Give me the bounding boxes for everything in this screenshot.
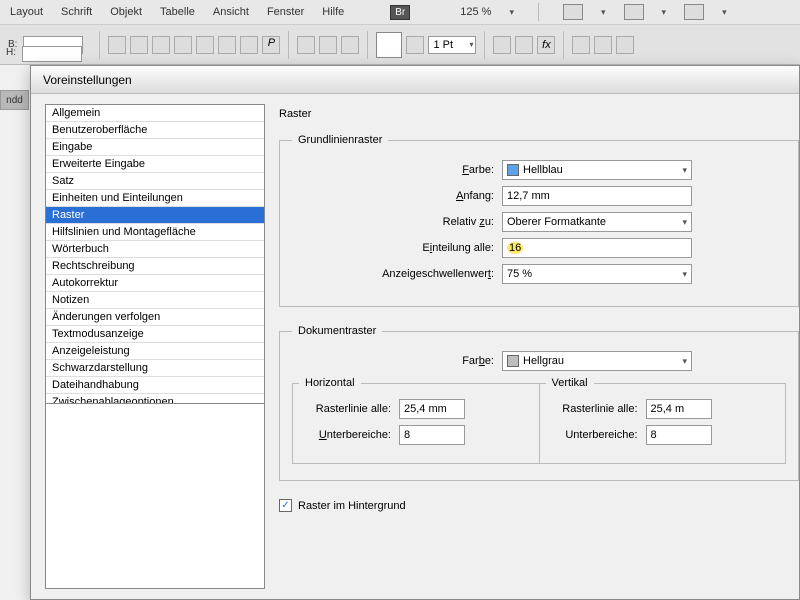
menu-ansicht[interactable]: Ansicht	[213, 6, 249, 18]
tool-icon[interactable]	[108, 36, 126, 54]
increment-label: Einteilung alle:	[292, 242, 502, 254]
baseline-start-field[interactable]: 12,7 mm	[502, 186, 692, 206]
doc-color-label: Farbe:	[292, 355, 502, 367]
tool-icon[interactable]	[515, 36, 533, 54]
tool-icon[interactable]	[341, 36, 359, 54]
height-field[interactable]	[22, 46, 82, 62]
baseline-color-dropdown[interactable]: Hellblau	[502, 160, 692, 180]
h-subdiv-label: Unterbereiche:	[299, 429, 399, 441]
category-item[interactable]: Allgemein	[46, 105, 264, 122]
menu-layout[interactable]: Layout	[10, 6, 43, 18]
threshold-label: Anzeigeschwellenwert:	[292, 268, 502, 280]
swatch-hellblau-icon	[507, 164, 519, 176]
baseline-relative-dropdown[interactable]: Oberer Formatkante	[502, 212, 692, 232]
settings-panel: Raster Grundlinienraster Farbe: Hellblau…	[271, 94, 799, 599]
v-gridline-label: Rasterlinie alle:	[546, 403, 646, 415]
category-item[interactable]: Rechtschreibung	[46, 258, 264, 275]
tool-icon[interactable]	[218, 36, 236, 54]
bridge-icon[interactable]: Br	[390, 5, 410, 20]
category-listbox[interactable]: AllgemeinBenutzeroberflächeEingabeErweit…	[45, 104, 265, 404]
baseline-threshold-dropdown[interactable]: 75 %	[502, 264, 692, 284]
v-gridline-field[interactable]: 25,4 m	[646, 399, 712, 419]
panel-heading: Raster	[279, 108, 799, 120]
tool-icon[interactable]	[572, 36, 590, 54]
tool-icon[interactable]	[616, 36, 634, 54]
preferences-dialog: Voreinstellungen AllgemeinBenutzeroberfl…	[30, 65, 800, 600]
app-menubar: Layout Schrift Objekt Tabelle Ansicht Fe…	[0, 0, 800, 25]
stroke-style-icon[interactable]	[406, 36, 424, 54]
h-gridline-label: Rasterlinie alle:	[299, 403, 399, 415]
category-item[interactable]: Autokorrektur	[46, 275, 264, 292]
category-item[interactable]: Zwischenablageoptionen	[46, 394, 264, 404]
category-item[interactable]: Satz	[46, 173, 264, 190]
vertical-fieldset: Vertikal Rasterlinie alle: 25,4 m Unterb…	[539, 377, 787, 464]
zoom-level[interactable]: 125 %	[460, 6, 491, 18]
tool-icon[interactable]	[240, 36, 258, 54]
menu-hilfe[interactable]: Hilfe	[322, 6, 344, 18]
category-item[interactable]: Textmodusanzeige	[46, 326, 264, 343]
screen-mode-icon[interactable]	[563, 4, 583, 20]
category-item[interactable]: Erweiterte Eingabe	[46, 156, 264, 173]
dialog-title: Voreinstellungen	[31, 66, 799, 94]
document-color-dropdown[interactable]: Hellgrau	[502, 351, 692, 371]
category-item[interactable]: Notizen	[46, 292, 264, 309]
tool-icon[interactable]	[174, 36, 192, 54]
tool-icon[interactable]	[196, 36, 214, 54]
category-sidebar: AllgemeinBenutzeroberflächeEingabeErweit…	[31, 94, 271, 599]
stroke-swatch[interactable]	[376, 32, 402, 58]
arrange-docs-icon[interactable]	[624, 4, 644, 20]
category-item[interactable]: Eingabe	[46, 139, 264, 156]
category-preview	[45, 404, 265, 589]
grid-back-row[interactable]: ✓ Raster im Hintergrund	[279, 499, 799, 512]
menu-fenster[interactable]: Fenster	[267, 6, 304, 18]
color-label: Farbe:	[292, 164, 502, 176]
tool-icon[interactable]	[594, 36, 612, 54]
tool-icon[interactable]	[319, 36, 337, 54]
menu-tabelle[interactable]: Tabelle	[160, 6, 195, 18]
document-tab[interactable]: ndd	[0, 90, 29, 110]
document-grid-fieldset: Dokumentraster Farbe: Hellgrau Horizonta…	[279, 325, 799, 481]
category-item[interactable]: Einheiten und Einteilungen	[46, 190, 264, 207]
start-label: Anfang:	[292, 190, 502, 202]
category-item[interactable]: Änderungen verfolgen	[46, 309, 264, 326]
tool-icon[interactable]	[297, 36, 315, 54]
tool-icon[interactable]	[152, 36, 170, 54]
category-item[interactable]: Dateihandhabung	[46, 377, 264, 394]
baseline-legend: Grundlinienraster	[292, 134, 388, 146]
menu-schrift[interactable]: Schrift	[61, 6, 92, 18]
category-item[interactable]: Benutzeroberfläche	[46, 122, 264, 139]
vertical-legend: Vertikal	[546, 377, 594, 389]
relative-label: Relativ zu:	[292, 216, 502, 228]
baseline-increment-field[interactable]: 16	[502, 238, 692, 258]
swatch-hellgrau-icon	[507, 355, 519, 367]
horizontal-legend: Horizontal	[299, 377, 361, 389]
height-label: H:	[6, 47, 16, 58]
grid-back-label: Raster im Hintergrund	[298, 500, 406, 512]
baseline-grid-fieldset: Grundlinienraster Farbe: Hellblau Anfang…	[279, 134, 799, 307]
tool-icon[interactable]	[493, 36, 511, 54]
category-item[interactable]: Wörterbuch	[46, 241, 264, 258]
tool-icon[interactable]	[130, 36, 148, 54]
category-item[interactable]: Raster	[46, 207, 264, 224]
stroke-weight-field[interactable]: 1 Pt	[428, 36, 476, 54]
document-legend: Dokumentraster	[292, 325, 382, 337]
v-subdiv-label: Unterbereiche:	[546, 429, 646, 441]
category-item[interactable]: Schwarzdarstellung	[46, 360, 264, 377]
v-subdiv-field[interactable]: 8	[646, 425, 712, 445]
horizontal-fieldset: Horizontal Rasterlinie alle: 25,4 mm Unt…	[292, 377, 539, 464]
control-toolbar: B: P 1 Pt fx	[0, 25, 800, 65]
fx-icon[interactable]: fx	[537, 36, 555, 54]
view-options-icon[interactable]	[684, 4, 704, 20]
category-item[interactable]: Anzeigeleistung	[46, 343, 264, 360]
menu-objekt[interactable]: Objekt	[110, 6, 142, 18]
h-subdiv-field[interactable]: 8	[399, 425, 465, 445]
tool-icon[interactable]: P	[262, 36, 280, 54]
category-item[interactable]: Hilfslinien und Montagefläche	[46, 224, 264, 241]
h-gridline-field[interactable]: 25,4 mm	[399, 399, 465, 419]
checkbox-icon[interactable]: ✓	[279, 499, 292, 512]
